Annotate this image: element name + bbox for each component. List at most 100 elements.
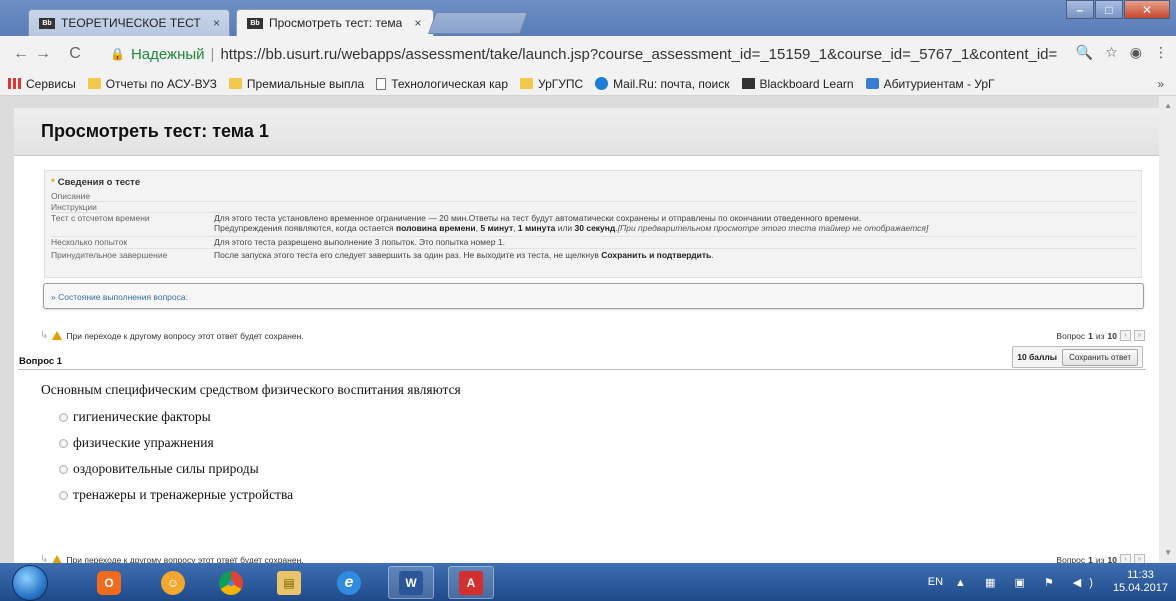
tab-theoretical-testing[interactable]: Bb ТЕОРЕТИЧЕСКОЕ ТЕСТИ × [28,9,230,36]
tab-title: Просмотреть тест: тема [269,16,403,30]
radio-button[interactable] [59,438,68,448]
bookmark-tech-map[interactable]: Технологическая кар [376,77,508,91]
blackboard-icon [741,78,755,89]
folder-icon [520,78,533,89]
taskbar-origin[interactable]: O [86,566,132,599]
bookmark-label: УрГУПС [538,76,584,91]
radio-button[interactable] [59,412,68,422]
acrobat-icon: A [459,570,483,595]
scroll-up-icon[interactable]: ▲ [1164,101,1172,110]
timed-sep: или [555,223,575,233]
pager-current: 1 [1088,330,1093,341]
word-icon: W [399,570,423,595]
save-answer-button[interactable]: Сохранить ответ [1062,348,1138,366]
taskbar-messenger[interactable]: ☺ [150,566,196,599]
question-pager-top: Вопрос 1 из 10 › » [1056,330,1145,341]
scroll-down-icon[interactable]: ▼ [1164,548,1172,557]
timed-30sec: 30 секунд [574,223,616,233]
question-status-toggle[interactable]: » Состояние выполнения вопроса: [51,292,188,302]
bookmark-abiturient[interactable]: Абитуриентам - УрГ [865,76,995,91]
clock[interactable]: 11:33 15.04.2017 [1113,569,1168,595]
chrome-icon: ● [219,570,243,595]
radio-button[interactable] [59,490,68,500]
start-button[interactable] [12,565,48,601]
info-row-instructions: Инструкции [51,202,1137,213]
info-row-attempts: Несколько попыток Для этого теста разреш… [51,237,1137,249]
zoom-icon[interactable]: 🔍 [1076,44,1093,61]
reload-button[interactable]: C [64,45,86,63]
forward-button[interactable]: → [32,45,54,63]
new-tab-button[interactable] [427,12,529,34]
clock-time: 11:33 [1127,569,1154,581]
page-icon [376,77,387,90]
timed-text: Для этого теста установлено временное ог… [214,213,862,223]
tab-view-test[interactable]: Bb Просмотреть тест: тема × [236,9,434,36]
taskbar-word[interactable]: W [388,566,434,599]
taskbar-ie[interactable]: e [326,566,372,599]
bookmark-reports[interactable]: Отчеты по АСУ-ВУЗ [87,77,217,91]
info-value: Для этого теста установлено временное ог… [214,213,1134,233]
menu-icon[interactable]: ⋮ [1154,44,1168,61]
language-indicator[interactable]: EN [928,576,943,588]
page-viewport: Просмотреть тест: тема 1 * Сведения о тес… [0,96,1176,565]
minimize-button[interactable]: – [1066,0,1094,19]
close-icon[interactable]: × [213,16,220,30]
answer-option-4[interactable]: тренажеры и тренажерные устройства [59,487,293,503]
taskbar-explorer[interactable]: ▤ [266,566,312,599]
internet-explorer-icon: e [337,570,361,595]
taskbar-acrobat[interactable]: A [448,566,494,599]
bookmark-label: Абитуриентам - УрГ [883,76,995,91]
bookmarks-bar: Сервисы Отчеты по АСУ-ВУЗ Премиальные вы… [0,72,1176,96]
question-status-panel[interactable]: » Состояние выполнения вопроса: [43,283,1144,309]
question-points: 10 баллы [1017,352,1058,362]
answer-option-2[interactable]: физические упражнения [59,435,214,451]
warning-icon [52,331,63,340]
force-save-submit: Сохранить и подтвердить [601,250,712,260]
maximize-button[interactable]: □ [1095,0,1123,19]
timed-half: половина времени [395,223,476,233]
close-icon[interactable]: × [414,16,421,30]
bookmark-label: Премиальные выпла [246,76,365,91]
address-bar[interactable]: 🔒 Надежный | https://bb.usurt.ru/webapps… [110,41,1138,67]
info-value: После запуска этого теста его следует за… [214,250,1134,260]
question-number: Вопрос 1 [19,356,63,367]
back-button[interactable]: ← [10,45,32,63]
bookmark-star-icon[interactable]: ☆ [1105,44,1118,61]
bookmark-label: Mail.Ru: почта, поиск [613,76,730,91]
window-controls: – □ ✕ [1066,0,1170,19]
option-label: тренажеры и тренажерные устройства [73,487,294,502]
bookmark-bonuses[interactable]: Премиальные выпла [228,76,365,91]
address-separator: | [210,45,215,63]
answer-option-3[interactable]: оздоровительные силы природы [59,461,259,477]
indent-arrow-icon: ↳ [40,330,49,341]
answer-option-1[interactable]: гигиенические факторы [59,409,211,425]
test-info-heading[interactable]: * Сведения о тесте [51,177,140,188]
folder-icon: ▤ [277,570,301,595]
next-question-button[interactable]: › [1120,330,1131,341]
tray-icons[interactable]: ▲ ▦ ▣ ⚑ ◀) [955,576,1101,589]
bookmark-urgups[interactable]: УрГУПС [520,77,583,91]
option-label: физические упражнения [73,435,214,450]
close-window-button[interactable]: ✕ [1124,0,1170,19]
url-text[interactable]: https://bb.usurt.ru/webapps/assessment/t… [220,46,1057,63]
test-info-heading-text: Сведения о тесте [57,177,141,188]
origin-icon: O [97,570,121,595]
radio-button[interactable] [59,464,68,474]
info-key: Тест с отсчетом времени [51,213,150,223]
lock-icon: 🔒 [110,47,125,61]
blackboard-favicon-icon: Bb [247,17,263,29]
bookmark-services[interactable]: Сервисы [8,77,76,91]
taskbar-chrome[interactable]: ● [208,566,254,599]
abiturient-icon [865,78,879,89]
bookmark-mailru[interactable]: Mail.Ru: почта, поиск [595,76,730,91]
pager-total: 10 [1107,330,1117,341]
bookmarks-more-button[interactable]: » [1157,77,1176,91]
page-scrollbar[interactable] [1159,96,1176,563]
last-question-button[interactable]: » [1134,330,1145,341]
bookmark-blackboard[interactable]: Blackboard Learn [741,77,854,91]
extension-icon[interactable]: ◉ [1130,44,1142,61]
expand-icon: * [51,177,55,188]
info-key: Описание [51,191,91,201]
blackboard-favicon-icon: Bb [39,17,55,29]
pager-of: из [1095,330,1105,341]
